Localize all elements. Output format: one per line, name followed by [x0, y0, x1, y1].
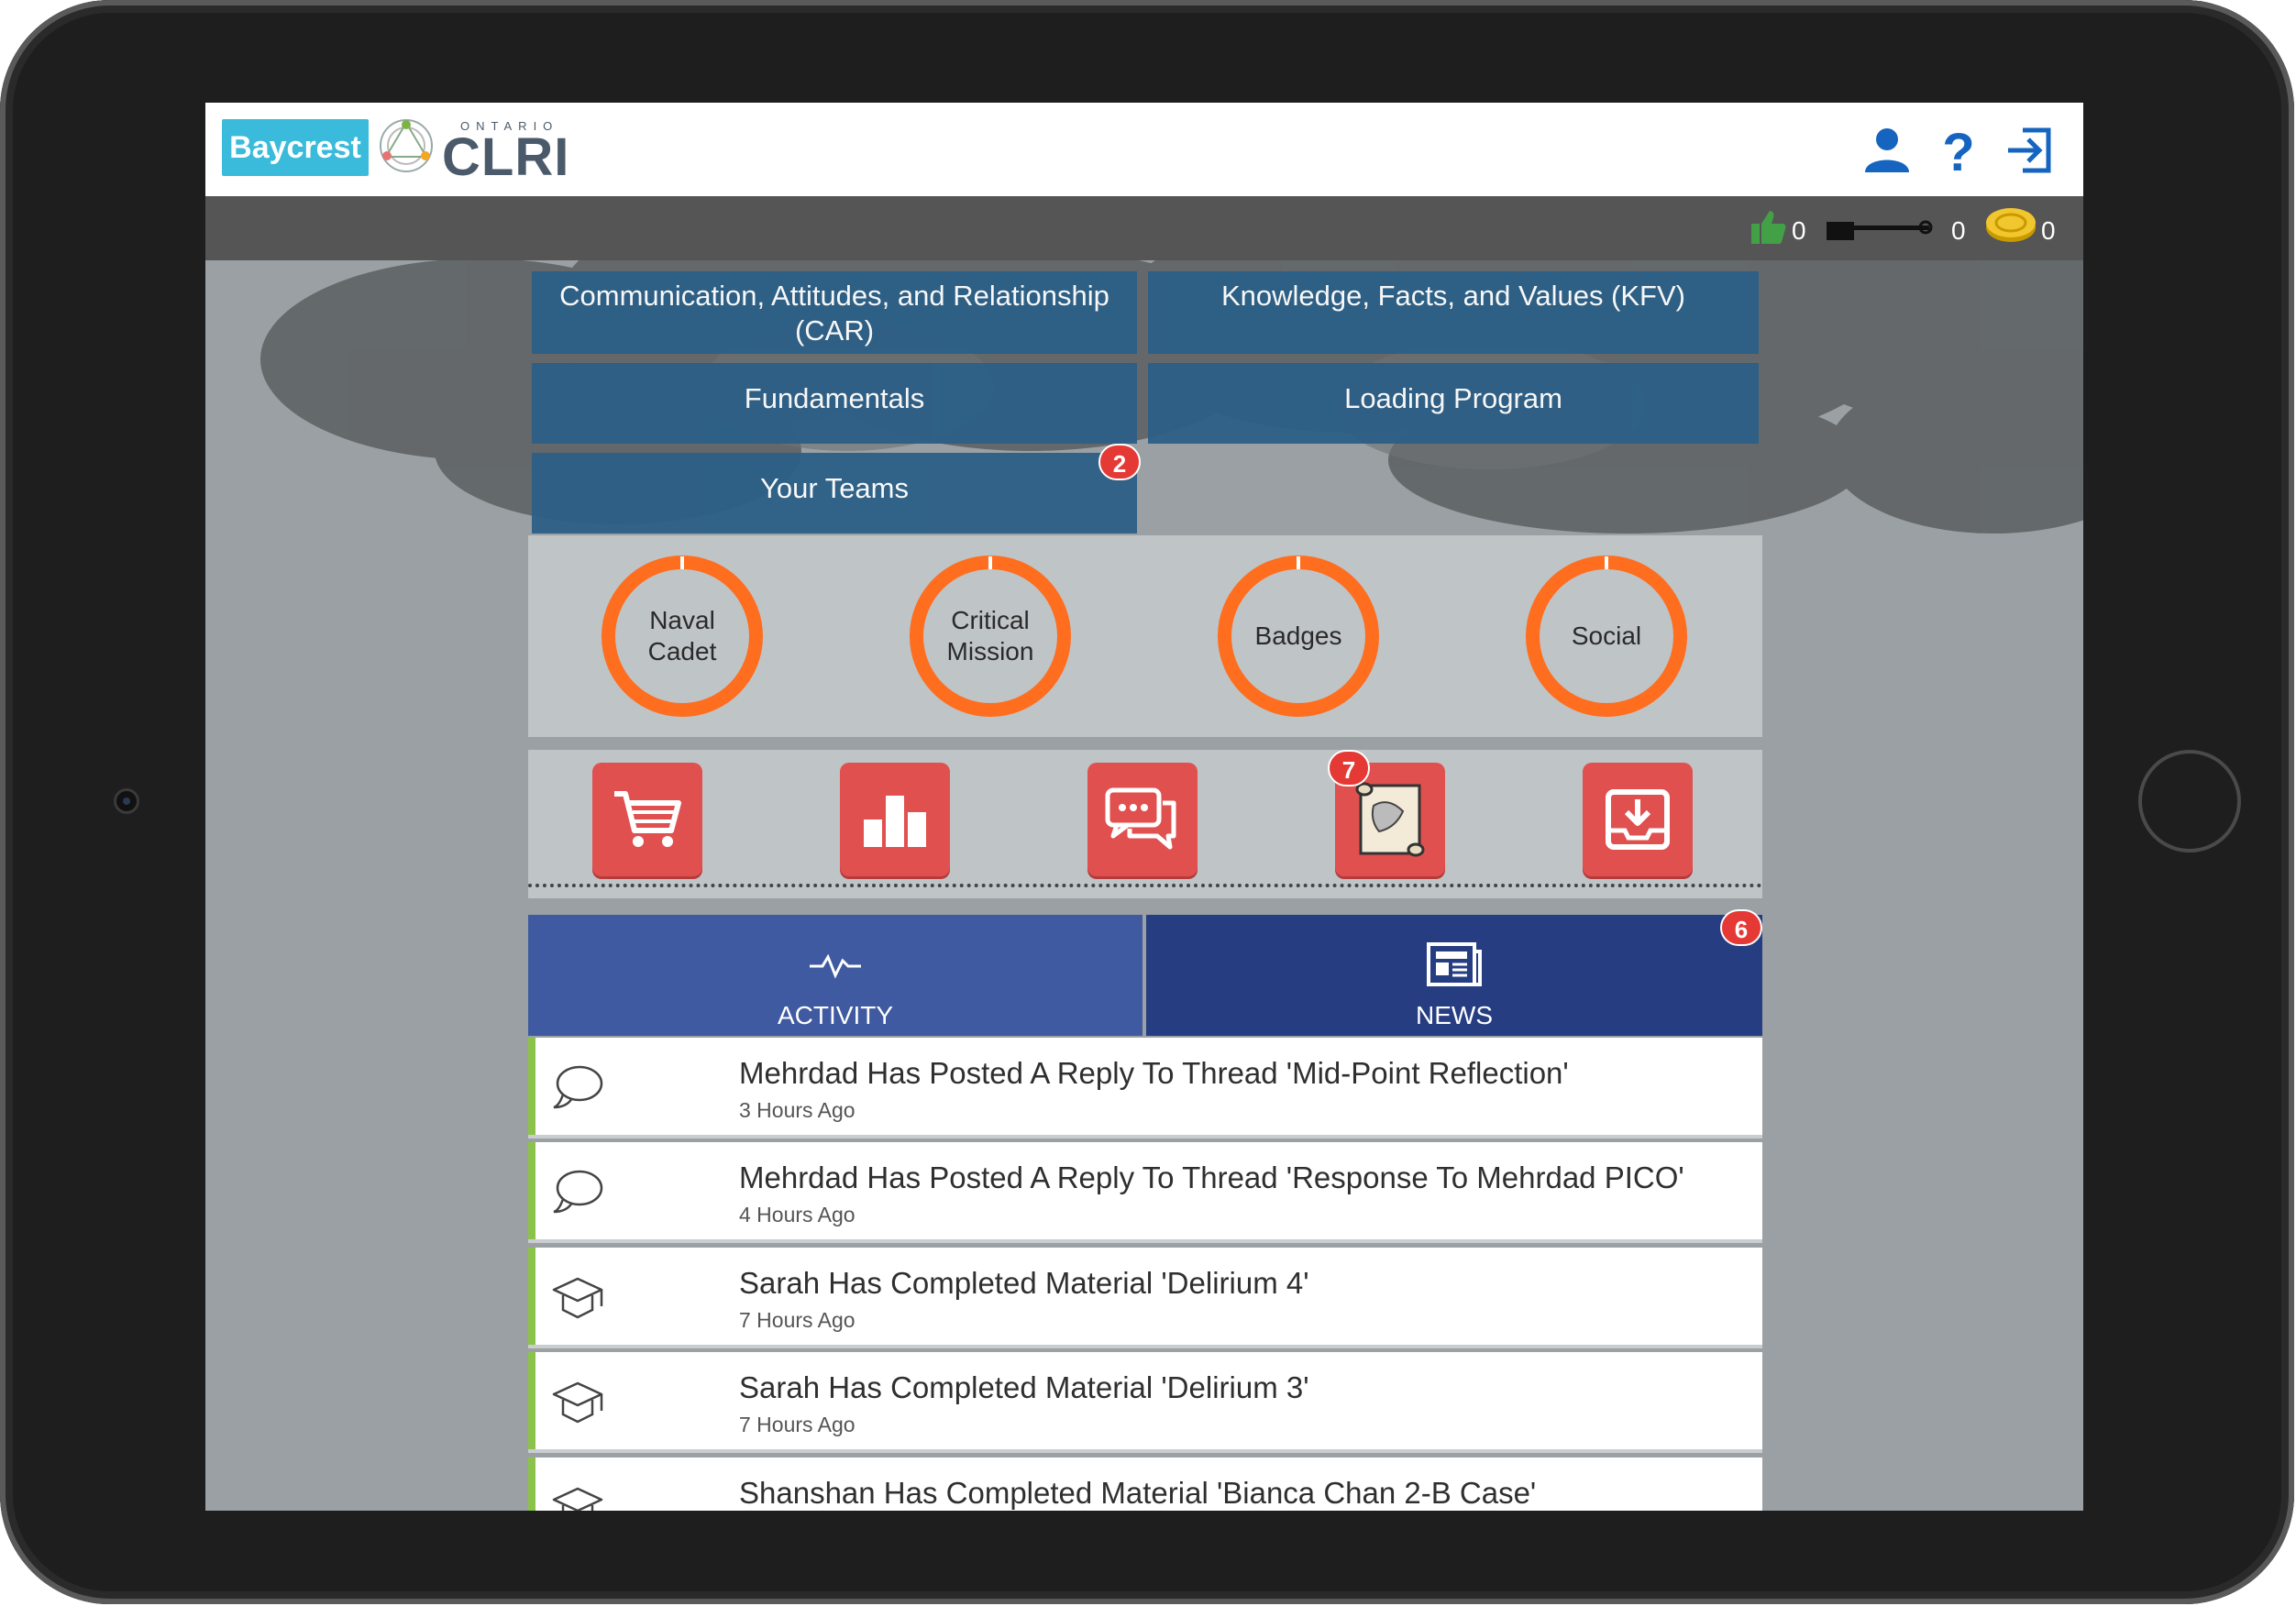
keys-count: 0	[1951, 216, 1966, 245]
shop-button[interactable]	[592, 763, 702, 876]
category-label: Your Teams	[760, 472, 909, 504]
comment-icon	[553, 1065, 603, 1109]
feed-item[interactable]: Mehrdad Has Posted A Reply To Thread 'Mi…	[528, 1038, 1762, 1135]
category-label: Communication, Attitudes, and Relationsh…	[559, 280, 1109, 346]
feed-item-title: Sarah Has Completed Material 'Delirium 4…	[739, 1266, 1309, 1300]
feed-item[interactable]: Shanshan Has Completed Material 'Bianca …	[528, 1458, 1762, 1511]
feed-item[interactable]: Mehrdad Has Posted A Reply To Thread 'Re…	[528, 1142, 1762, 1239]
chat-icon	[1105, 787, 1176, 850]
camera	[114, 788, 139, 814]
activity-icon	[810, 953, 861, 979]
map-scroll-icon	[1355, 782, 1425, 857]
download-icon	[1606, 789, 1670, 850]
download-button[interactable]	[1583, 763, 1693, 876]
main-content: Communication, Attitudes, and Relationsh…	[528, 103, 1762, 1511]
ring-badges[interactable]: Badges	[1218, 556, 1379, 717]
graduation-cap-icon	[552, 1277, 603, 1319]
tablet-frame: Baycrest ONTARIO CLRI ? 0 0 0 Communicat…	[0, 0, 2294, 1604]
category-kfv[interactable]: Knowledge, Facts, and Values (KFV)	[1148, 271, 1759, 354]
app-screen: Baycrest ONTARIO CLRI ? 0 0 0 Communicat…	[205, 103, 2083, 1511]
ring-critical-mission[interactable]: Critical Mission	[910, 556, 1071, 717]
coins-count: 0	[2041, 216, 2056, 245]
map-badge: 7	[1328, 750, 1370, 786]
feed-item-title: Mehrdad Has Posted A Reply To Thread 'Mi…	[739, 1056, 1569, 1090]
feed-item-time: 3 Hours Ago	[739, 1098, 855, 1122]
category-label: Fundamentals	[744, 382, 925, 414]
teams-badge: 2	[1098, 444, 1141, 480]
category-your-teams[interactable]: Your Teams	[532, 453, 1137, 534]
leaderboard-button[interactable]	[840, 763, 950, 876]
category-label: Loading Program	[1344, 382, 1562, 414]
category-fundamentals[interactable]: Fundamentals	[532, 363, 1137, 444]
feed-tabs: ACTIVITY NEWS 6	[528, 909, 1762, 1036]
svg-text:?: ?	[1942, 123, 1974, 178]
clri-emblem-icon	[380, 119, 433, 172]
ring-label: Social	[1571, 622, 1642, 650]
feed-item-title: Sarah Has Completed Material 'Delirium 3…	[739, 1370, 1309, 1404]
logout-icon[interactable]	[2003, 123, 2058, 178]
tab-news[interactable]: NEWS	[1146, 915, 1762, 1036]
comment-icon	[553, 1170, 603, 1214]
ring-label: Naval Cadet	[647, 606, 717, 666]
help-icon[interactable]: ?	[1931, 123, 1986, 178]
cart-icon	[614, 791, 681, 847]
ring-naval-cadet[interactable]: Naval Cadet	[602, 556, 763, 717]
tab-label: ACTIVITY	[777, 1001, 893, 1029]
feed-item-title: Shanshan Has Completed Material 'Bianca …	[739, 1476, 1537, 1510]
news-icon	[1427, 942, 1482, 986]
home-button[interactable]	[2138, 750, 2241, 852]
forum-button[interactable]	[1087, 763, 1198, 876]
ring-label: Critical Mission	[946, 606, 1034, 666]
coin-icon	[1986, 208, 2036, 242]
progress-rings: Naval Cadet Critical Mission Badges Soci…	[528, 535, 1762, 737]
baycrest-logo[interactable]: Baycrest	[222, 119, 369, 176]
feed-item-time: 7 Hours Ago	[739, 1413, 855, 1436]
feed-item-time: 4 Hours Ago	[739, 1203, 855, 1226]
likes-count: 0	[1792, 216, 1806, 245]
ring-label: Badges	[1254, 622, 1342, 650]
feed-item-time: 7 Hours Ago	[739, 1308, 855, 1332]
feed-item-title: Mehrdad Has Posted A Reply To Thread 'Re…	[739, 1160, 1684, 1194]
key-icon	[1827, 220, 1933, 240]
category-car[interactable]: Communication, Attitudes, and Relationsh…	[532, 271, 1137, 354]
user-icon[interactable]	[1860, 123, 1915, 178]
category-loading-program[interactable]: Loading Program	[1148, 363, 1759, 444]
tool-bar: 7	[528, 750, 1762, 898]
category-label: Knowledge, Facts, and Values (KFV)	[1220, 280, 1685, 312]
tab-activity[interactable]: ACTIVITY	[528, 915, 1142, 1036]
tab-label: NEWS	[1416, 1001, 1493, 1029]
news-badge: 6	[1720, 909, 1762, 946]
feed-item[interactable]: Sarah Has Completed Material 'Delirium 4…	[528, 1248, 1762, 1345]
graduation-cap-icon	[552, 1381, 603, 1424]
graduation-cap-icon	[552, 1487, 603, 1511]
ring-social[interactable]: Social	[1526, 556, 1687, 717]
feed-item[interactable]: Sarah Has Completed Material 'Delirium 3…	[528, 1352, 1762, 1449]
bar-chart-icon	[864, 796, 926, 847]
